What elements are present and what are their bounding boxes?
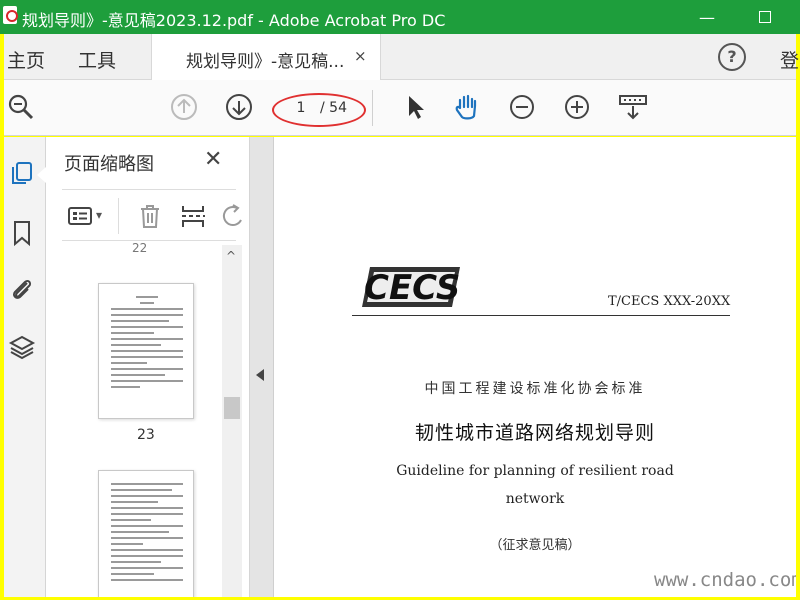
window-title: 规划导则》-意见稿2023.12.pdf - Adobe Acrobat Pro…: [22, 11, 446, 30]
next-page-icon[interactable]: [224, 92, 254, 122]
previous-thumbnail-label: 22: [132, 241, 148, 255]
panel-title: 页面缩略图: [64, 154, 154, 175]
page-thumbnails-panel: 页面缩略图 ✕ ▾ 22 23 ^: [46, 137, 250, 597]
extract-page-icon[interactable]: [179, 202, 207, 230]
document-page[interactable]: CECS T/CECS XXX-20XX 中国工程建设标准化协会标准 韧性城市道…: [274, 137, 796, 597]
scroll-up-icon[interactable]: ^: [226, 249, 236, 263]
thumbnail-page-23[interactable]: [98, 283, 194, 419]
title-bar: 规划导则》-意见稿2023.12.pdf - Adobe Acrobat Pro…: [0, 0, 800, 34]
layers-icon[interactable]: [8, 333, 36, 361]
thumbnail-text-preview: [111, 296, 183, 392]
cecs-logo: CECS: [362, 267, 460, 308]
fit-page-icon[interactable]: [618, 92, 648, 122]
navigation-rail: [4, 137, 46, 597]
standard-number: T/CECS XXX-20XX: [608, 294, 731, 309]
sign-in-link[interactable]: 登: [780, 46, 799, 73]
tab-bar: 主页 工具 规划导则》-意见稿... × ? 登: [4, 34, 799, 80]
document-tab[interactable]: 规划导则》-意见稿... ×: [151, 34, 381, 80]
maximize-button[interactable]: [742, 0, 788, 34]
site-watermark: www.cndao.com: [654, 569, 796, 591]
chevron-down-icon[interactable]: ▾: [96, 208, 102, 222]
collapse-arrow-icon[interactable]: [256, 369, 264, 381]
document-title-en-line1: Guideline for planning of resilient road: [396, 463, 674, 479]
acrobat-logo-icon: [3, 6, 18, 24]
minimize-button[interactable]: —: [684, 0, 730, 34]
panel-collapse-strip[interactable]: [250, 137, 274, 597]
help-icon[interactable]: ?: [718, 43, 746, 71]
thumbnail-toolbar: ▾: [62, 189, 242, 241]
thumbnail-toolbar-divider: [118, 198, 119, 234]
menu-tools[interactable]: 工具: [78, 46, 116, 73]
document-title-cn: 韧性城市道路网络规划导则: [414, 422, 655, 444]
toolbar-divider: [372, 90, 373, 126]
document-tab-label: 规划导则》-意见稿...: [186, 52, 345, 72]
thumbnail-scrollbar[interactable]: ^: [222, 245, 242, 597]
delete-page-icon[interactable]: [136, 202, 164, 230]
hand-tool-icon[interactable]: [452, 92, 482, 122]
menu-home[interactable]: 主页: [7, 46, 45, 73]
thumbnail-page-24[interactable]: [98, 470, 194, 597]
header-rule: [352, 315, 730, 316]
thumbnail-options-icon[interactable]: [66, 202, 94, 230]
thumbnail-page-number: 23: [137, 427, 155, 443]
previous-page-icon[interactable]: [169, 92, 199, 122]
attachment-icon[interactable]: [8, 275, 36, 303]
active-panel-pointer: [37, 167, 46, 183]
rotate-page-icon[interactable]: [219, 202, 247, 230]
maximize-icon: [759, 11, 771, 23]
select-cursor-icon[interactable]: [400, 92, 430, 122]
page-thumbnails-icon[interactable]: [8, 159, 36, 187]
draft-status: （征求意见稿）: [489, 538, 581, 553]
red-highlight-circle: [272, 93, 366, 127]
main-toolbar: 1 / 54: [4, 80, 796, 136]
zoom-out-icon[interactable]: [507, 92, 537, 122]
thumbnail-text-preview: [111, 483, 183, 585]
document-title-en-line2: network: [505, 491, 565, 507]
scrollbar-thumb[interactable]: [224, 397, 240, 419]
close-tab-button[interactable]: ×: [354, 47, 367, 65]
zoom-search-icon[interactable]: [6, 92, 36, 122]
zoom-in-icon[interactable]: [562, 92, 592, 122]
close-panel-button[interactable]: ✕: [204, 147, 222, 172]
logo-text: CECS: [364, 268, 460, 308]
bookmark-icon[interactable]: [8, 219, 36, 247]
association-line: 中国工程建设标准化协会标准: [424, 381, 646, 397]
